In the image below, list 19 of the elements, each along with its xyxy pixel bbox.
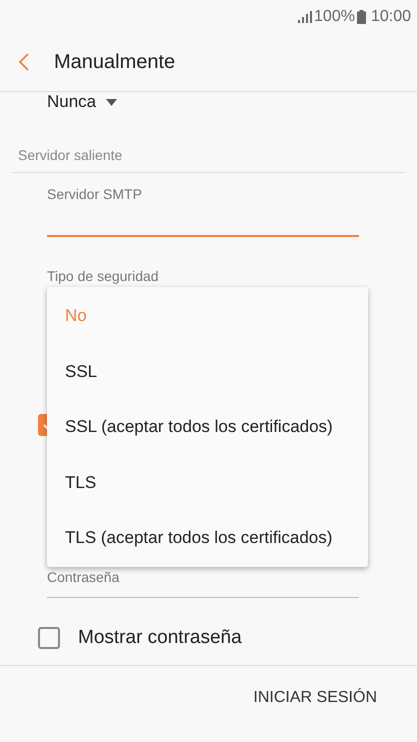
back-icon: [18, 52, 30, 72]
field-label: Tipo de seguridad: [47, 268, 159, 284]
login-button[interactable]: INICIAR SESIÓN: [253, 686, 377, 710]
section-title: Servidor saliente: [18, 147, 122, 163]
sync-value: Nunca: [47, 92, 96, 112]
checkbox-label: Mostrar contraseña: [78, 626, 242, 650]
menu-item[interactable]: TLS (aceptar todos los certificados): [47, 510, 368, 566]
battery-percent: 100%: [314, 6, 355, 26]
screen-title: Manualmente: [54, 50, 176, 75]
menu-item[interactable]: SSL (aceptar todos los certificados): [47, 399, 368, 455]
menu-item[interactable]: TLS: [47, 454, 368, 510]
field-label: Contraseña: [47, 568, 120, 587]
dropdown-icon: [106, 99, 118, 106]
checkbox[interactable]: [38, 627, 60, 650]
battery-icon: [356, 10, 366, 24]
signal-icon: [298, 10, 312, 22]
clock: 10:00: [370, 6, 411, 26]
field-label: Servidor SMTP: [47, 186, 142, 202]
menu-item[interactable]: SSL: [47, 344, 368, 400]
